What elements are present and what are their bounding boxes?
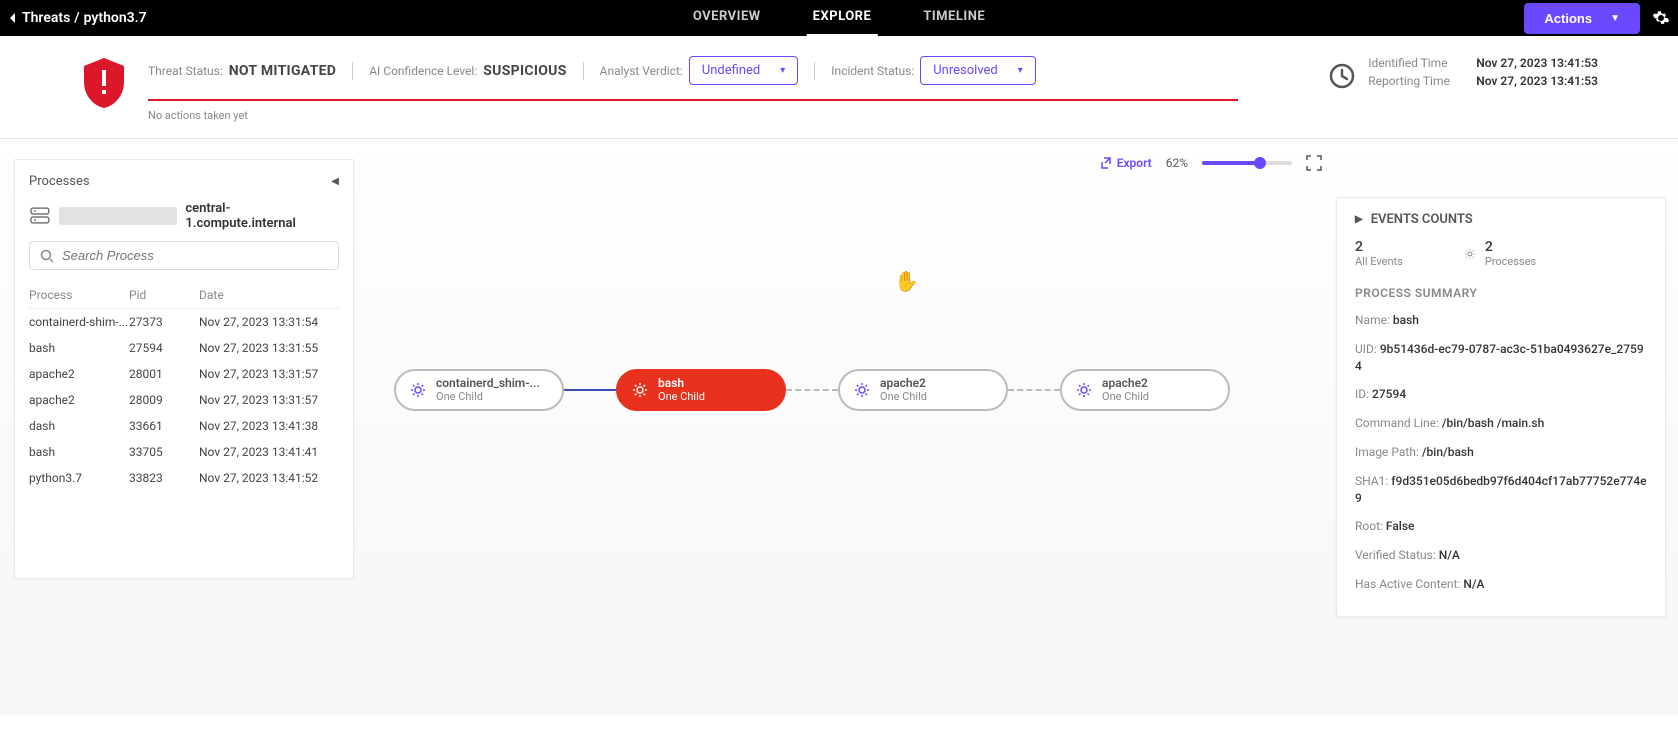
col-pid: Pid	[129, 288, 199, 302]
summary-field: Image Path: /bin/bash	[1355, 444, 1647, 461]
process-row[interactable]: python3.733823Nov 27, 2023 13:41:52	[29, 465, 339, 491]
process-row[interactable]: apache228009Nov 27, 2023 13:31:57	[29, 387, 339, 413]
chevron-down-icon: ▾	[1018, 65, 1023, 76]
tab-overview[interactable]: OVERVIEW	[687, 0, 767, 37]
summary-field: UID: 9b51436d-ec79-0787-ac3c-51ba0493627…	[1355, 341, 1647, 375]
summary-field: Verified Status: N/A	[1355, 547, 1647, 564]
threat-status-value: NOT MITIGATED	[229, 63, 336, 79]
search-icon	[40, 249, 54, 263]
host-icon	[29, 205, 51, 227]
summary-field: Root: False	[1355, 518, 1647, 535]
analyst-verdict-label: Analyst Verdict:	[600, 64, 683, 78]
gear-icon[interactable]	[1652, 9, 1670, 27]
chevron-left-icon	[8, 13, 18, 23]
summary-field: Command Line: /bin/bash /main.sh	[1355, 415, 1647, 432]
col-process: Process	[29, 288, 129, 302]
main-area: Processes ◀ central-1.compute.internal P…	[0, 139, 1678, 715]
count-item: 2All Events	[1355, 239, 1403, 268]
canvas-toolbar: Export 62%	[1101, 155, 1322, 171]
export-icon	[1101, 157, 1113, 169]
incident-status-dropdown[interactable]: Unresolved ▾	[920, 56, 1036, 85]
graph-edge	[1008, 389, 1060, 391]
status-bar: Threat Status: NOT MITIGATED AI Confiden…	[0, 36, 1678, 139]
actions-label: Actions	[1544, 11, 1592, 26]
threat-status-label: Threat Status:	[148, 64, 223, 78]
summary-field: SHA1: f9d351e05d6bedb97f6d404cf17ab77752…	[1355, 473, 1647, 507]
zoom-slider[interactable]	[1202, 161, 1292, 165]
process-row[interactable]: apache228001Nov 27, 2023 13:31:57	[29, 361, 339, 387]
count-item: 2Processes	[1463, 239, 1536, 268]
process-row[interactable]: dash33661Nov 27, 2023 13:41:38	[29, 413, 339, 439]
actions-button[interactable]: Actions ▼	[1524, 3, 1640, 34]
shield-alert-icon	[80, 56, 128, 110]
summary-field: ID: 27594	[1355, 386, 1647, 403]
export-button[interactable]: Export	[1101, 156, 1152, 170]
identified-time-value: Nov 27, 2023 13:41:53	[1476, 56, 1598, 70]
graph-node[interactable]: containerd_shim-...One Child	[394, 369, 564, 411]
top-tabs: OVERVIEW EXPLORE TIMELINE	[687, 0, 991, 37]
graph-node[interactable]: apache2One Child	[1060, 369, 1230, 411]
status-underline	[148, 99, 1238, 101]
breadcrumb-root: Threats	[22, 10, 70, 26]
breadcrumb[interactable]: Threats / python3.7	[8, 10, 147, 26]
chevron-down-icon: ▼	[1610, 13, 1620, 24]
host-suffix: central-1.compute.internal	[185, 201, 339, 231]
process-summary-title: PROCESS SUMMARY	[1355, 286, 1647, 300]
incident-status-label: Incident Status:	[831, 64, 914, 78]
summary-field: Has Active Content: N/A	[1355, 576, 1647, 593]
gear-icon	[1463, 247, 1477, 261]
chevron-down-icon: ▾	[780, 65, 785, 76]
processes-title: Processes	[29, 174, 90, 189]
analyst-verdict-dropdown[interactable]: Undefined ▾	[689, 56, 798, 85]
top-bar: Threats / python3.7 OVERVIEW EXPLORE TIM…	[0, 0, 1678, 36]
fullscreen-icon[interactable]	[1306, 155, 1322, 171]
search-process-box[interactable]	[29, 241, 339, 270]
clock-icon	[1328, 62, 1356, 90]
process-graph: containerd_shim-...One Child bashOne Chil…	[394, 369, 1230, 411]
process-gear-icon	[1074, 380, 1094, 400]
process-gear-icon	[408, 380, 428, 400]
breadcrumb-current: python3.7	[84, 10, 147, 26]
zoom-percent: 62%	[1166, 156, 1188, 170]
graph-edge	[564, 389, 616, 391]
process-row[interactable]: containerd-shim-...27373Nov 27, 2023 13:…	[29, 309, 339, 335]
events-toggle-icon[interactable]: ▶	[1355, 214, 1363, 225]
tab-explore[interactable]: EXPLORE	[807, 0, 878, 37]
reporting-time-value: Nov 27, 2023 13:41:53	[1476, 74, 1598, 88]
no-actions-text: No actions taken yet	[148, 109, 1308, 122]
reporting-time-label: Reporting Time	[1368, 74, 1468, 88]
processes-panel: Processes ◀ central-1.compute.internal P…	[14, 159, 354, 579]
identified-time-label: Identified Time	[1368, 56, 1468, 70]
hand-pan-icon: ✋	[894, 269, 919, 293]
search-process-input[interactable]	[62, 248, 328, 263]
details-panel: ▶ EVENTS COUNTS 2All Events 2Processes PR…	[1336, 197, 1666, 617]
col-date: Date	[199, 288, 339, 302]
ai-confidence-label: AI Confidence Level:	[369, 64, 477, 78]
process-row[interactable]: bash33705Nov 27, 2023 13:41:41	[29, 439, 339, 465]
graph-node[interactable]: apache2One Child	[838, 369, 1008, 411]
collapse-left-icon[interactable]: ◀	[331, 176, 339, 187]
ai-confidence-value: SUSPICIOUS	[483, 63, 566, 79]
process-gear-icon	[630, 380, 650, 400]
zoom-thumb[interactable]	[1254, 157, 1266, 169]
process-gear-icon	[852, 380, 872, 400]
graph-edge	[786, 389, 838, 391]
summary-field: Name: bash	[1355, 312, 1647, 329]
graph-canvas[interactable]: Export 62% ✋ containerd_shim-...One Chil…	[354, 139, 1336, 715]
process-row[interactable]: bash27594Nov 27, 2023 13:31:55	[29, 335, 339, 361]
host-redacted	[59, 207, 178, 225]
graph-node[interactable]: bashOne Child	[616, 369, 786, 411]
tab-timeline[interactable]: TIMELINE	[917, 0, 991, 37]
events-counts-title: EVENTS COUNTS	[1371, 212, 1473, 227]
